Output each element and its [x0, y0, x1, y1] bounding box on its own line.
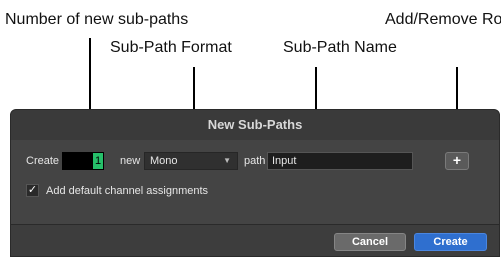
- new-label: new: [120, 155, 141, 167]
- new-subpaths-dialog: New Sub-Paths Create 1 new Mono ▼ path I…: [10, 109, 500, 257]
- create-button[interactable]: Create: [414, 233, 487, 251]
- path-label: path: [244, 155, 266, 167]
- chevron-down-icon: ▼: [223, 156, 231, 165]
- subpath-name-input[interactable]: Input: [267, 152, 413, 170]
- subpath-format-select[interactable]: Mono ▼: [144, 152, 238, 170]
- subpath-count-field[interactable]: 1: [62, 152, 104, 170]
- cancel-button[interactable]: Cancel: [334, 233, 406, 251]
- callout-number-of-subpaths: Number of new sub-paths: [5, 11, 189, 28]
- default-channels-checkbox[interactable]: ✓: [26, 184, 39, 197]
- dialog-body: Create 1 new Mono ▼ path Input + ✓ Add d…: [11, 140, 499, 224]
- dialog-footer: Cancel Create: [11, 224, 499, 256]
- subpath-format-value: Mono: [150, 155, 178, 167]
- callout-subpath-format: Sub-Path Format: [110, 39, 232, 56]
- subpath-count-value: 1: [93, 153, 103, 169]
- default-channels-label: Add default channel assignments: [46, 185, 209, 197]
- callout-subpath-name: Sub-Path Name: [283, 39, 397, 56]
- subpath-name-value: Input: [272, 155, 297, 167]
- checkmark-icon: ✓: [27, 184, 38, 196]
- create-label: Create: [26, 155, 60, 167]
- add-row-button[interactable]: +: [445, 152, 469, 170]
- dialog-title: New Sub-Paths: [11, 110, 499, 141]
- callout-add-remove-row: Add/Remove Row: [385, 11, 501, 28]
